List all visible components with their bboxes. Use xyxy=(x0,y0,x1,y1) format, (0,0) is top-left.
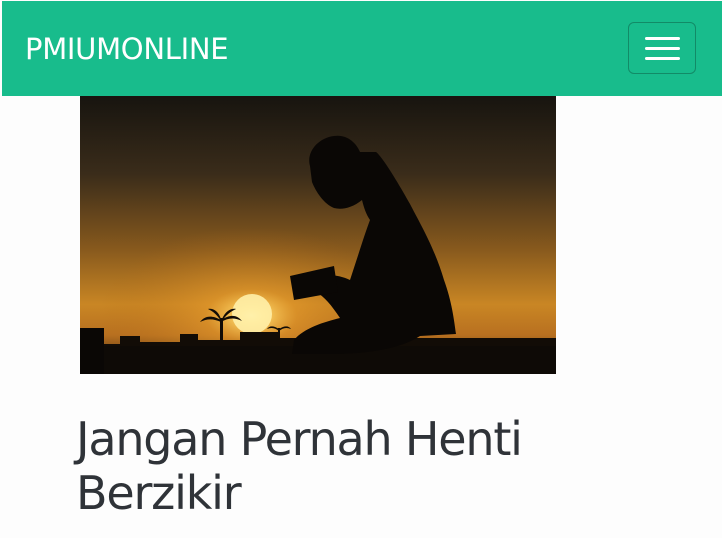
page: PMIUMONLINE Jangan Pernah Henti Berzikir xyxy=(0,0,722,538)
article-hero-image xyxy=(80,96,556,374)
site-brand-link[interactable]: PMIUMONLINE xyxy=(25,31,229,67)
top-navbar: PMIUMONLINE xyxy=(2,1,722,96)
hamburger-bar-top xyxy=(645,37,680,40)
menu-toggle-button[interactable] xyxy=(628,22,696,74)
hamburger-bar-middle xyxy=(645,47,680,50)
hamburger-bar-bottom xyxy=(645,57,680,60)
article-title[interactable]: Jangan Pernah Henti Berzikir xyxy=(76,412,636,520)
article-image-link[interactable] xyxy=(80,96,556,374)
